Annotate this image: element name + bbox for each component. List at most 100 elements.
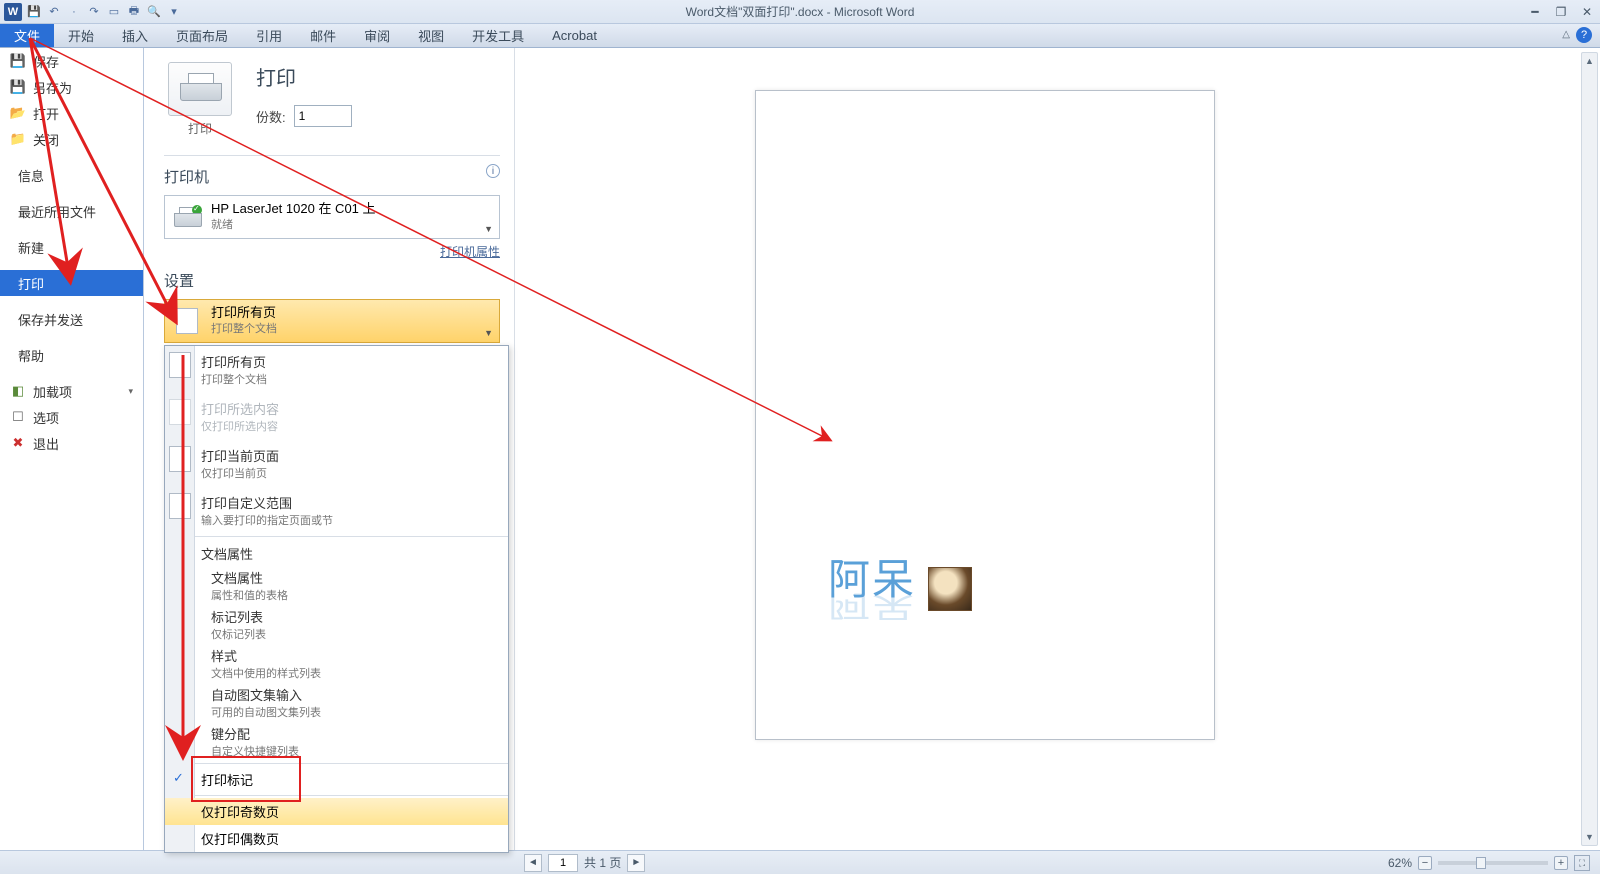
next-page-button[interactable]: ► (627, 854, 645, 872)
save-icon[interactable]: 💾 (26, 4, 42, 20)
sidebar-options[interactable]: ☐ 选项 (0, 404, 143, 430)
docprops-keys[interactable]: 键分配自定义快捷键列表 (165, 722, 508, 761)
folder-close-icon: 📁 (10, 131, 26, 147)
print-button-label: 打印 (164, 120, 236, 137)
print-button[interactable]: 打印 (164, 62, 236, 137)
tab-developer[interactable]: 开发工具 (458, 24, 538, 47)
tab-references[interactable]: 引用 (242, 24, 296, 47)
options-icon: ☐ (10, 409, 26, 425)
range-opt-current[interactable]: 打印当前页面仅打印当前页 (165, 440, 508, 487)
print-even-only[interactable]: 仅打印偶数页 (165, 825, 508, 852)
zoom-slider[interactable] (1438, 861, 1548, 865)
coffee-cup-image (928, 567, 972, 611)
qat-separator: · (66, 4, 82, 20)
range-label: 打印所有页 (211, 305, 491, 322)
sidebar-recent[interactable]: 最近所用文件 (0, 198, 143, 224)
scroll-up-icon[interactable]: ▲ (1582, 53, 1597, 69)
printer-status: 就绪 (211, 218, 491, 232)
help-icon[interactable]: ? (1576, 27, 1592, 43)
sidebar-addins[interactable]: ◧加载项▾ (0, 378, 143, 404)
range-opt-custom[interactable]: 打印自定义范围输入要打印的指定页面或节 (165, 487, 508, 534)
docprops-header: 文档属性 (165, 539, 508, 566)
sidebar-save-label: 保存 (33, 52, 59, 71)
pages-icon (176, 308, 198, 334)
docprops-styles[interactable]: 样式文档中使用的样式列表 (165, 644, 508, 683)
scroll-down-icon[interactable]: ▼ (1582, 829, 1597, 845)
restore-button[interactable]: ❐ (1552, 5, 1570, 19)
printer-properties-link[interactable]: 打印机属性 (164, 243, 500, 260)
range-opt-all-title: 打印所有页 (201, 352, 267, 371)
print-range-dropdown[interactable]: 打印所有页 打印整个文档 ▼ (164, 299, 500, 343)
tab-layout[interactable]: 页面布局 (162, 24, 242, 47)
window-title: Word文档"双面打印".docx - Microsoft Word (686, 3, 915, 20)
sidebar-help[interactable]: 帮助 (0, 342, 143, 368)
zoom-fit-button[interactable]: ⛶ (1574, 855, 1590, 871)
sidebar-open[interactable]: 📂打开 (0, 100, 143, 126)
chevron-down-icon: ▼ (484, 328, 493, 338)
docprops-marks[interactable]: 标记列表仅标记列表 (165, 605, 508, 644)
printer-dropdown[interactable]: HP LaserJet 1020 在 C01 上 就绪 ▼ (164, 195, 500, 239)
redo-icon[interactable]: ↷ (86, 4, 102, 20)
zoom-in-button[interactable]: + (1554, 856, 1568, 870)
range-opt-selection-title: 打印所选内容 (201, 399, 279, 418)
sidebar-info[interactable]: 信息 (0, 162, 143, 188)
sidebar-new[interactable]: 新建 (0, 234, 143, 260)
page-custom-icon (169, 493, 191, 519)
sidebar-save[interactable]: 💾 保存 (0, 48, 143, 74)
page-selection-icon (169, 399, 191, 425)
page-number-input[interactable] (548, 854, 578, 872)
info-icon[interactable]: i (486, 164, 500, 178)
sidebar-print[interactable]: 打印 (0, 270, 143, 296)
prev-page-button[interactable]: ◄ (524, 854, 542, 872)
minimize-button[interactable]: ━ (1526, 5, 1544, 19)
page-current-icon (169, 446, 191, 472)
page-total-label: 共 1 页 (584, 854, 621, 871)
range-opt-selection-sub: 仅打印所选内容 (201, 418, 279, 434)
tab-file[interactable]: 文件 (0, 24, 54, 47)
zoom-thumb[interactable] (1476, 857, 1486, 869)
tab-mailings[interactable]: 邮件 (296, 24, 350, 47)
tab-insert[interactable]: 插入 (108, 24, 162, 47)
copies-label: 份数: (256, 107, 286, 126)
qat-customize-icon[interactable]: ▾ (166, 4, 182, 20)
sidebar-options-label: 选项 (33, 408, 59, 427)
tab-view[interactable]: 视图 (404, 24, 458, 47)
backstage-sidebar: 💾 保存 💾另存为 📂打开 📁关闭 信息 最近所用文件 新建 打印 保存并发送 帮… (0, 48, 144, 850)
vertical-scrollbar[interactable]: ▲ ▼ (1581, 52, 1598, 846)
ready-check-icon (192, 205, 202, 215)
status-bar: ◄ 共 1 页 ► 62% − + ⛶ (0, 850, 1600, 874)
tab-acrobat[interactable]: Acrobat (538, 24, 611, 47)
print-marks-toggle[interactable]: ✓ 打印标记 (165, 766, 508, 793)
page-navigator: ◄ 共 1 页 ► (524, 854, 645, 872)
window-controls: ━ ❐ ✕ (1526, 5, 1596, 19)
undo-icon[interactable]: ↶ (46, 4, 62, 20)
range-sub: 打印整个文档 (211, 322, 491, 336)
preview-icon[interactable]: 🔍 (146, 4, 162, 20)
minimize-ribbon-icon[interactable]: △ (1562, 29, 1570, 40)
addin-icon: ◧ (10, 383, 26, 399)
tab-home[interactable]: 开始 (54, 24, 108, 47)
sidebar-close[interactable]: 📁关闭 (0, 126, 143, 152)
sidebar-exit[interactable]: ✖退出 (0, 430, 143, 456)
print-odd-only[interactable]: 仅打印奇数页 (165, 798, 508, 825)
printer-large-icon (180, 73, 220, 105)
range-opt-custom-sub: 输入要打印的指定页面或节 (201, 512, 333, 528)
range-opt-custom-title: 打印自定义范围 (201, 493, 333, 512)
zoom-out-button[interactable]: − (1418, 856, 1432, 870)
save-disk-icon: 💾 (10, 53, 26, 69)
new-icon[interactable]: ▭ (106, 4, 122, 20)
sidebar-saveandsend[interactable]: 保存并发送 (0, 306, 143, 332)
range-opt-current-sub: 仅打印当前页 (201, 465, 279, 481)
watermark-reflection: 阿呆 (828, 587, 916, 630)
range-opt-selection: 打印所选内容仅打印所选内容 (165, 393, 508, 440)
range-opt-all[interactable]: 打印所有页打印整个文档 (165, 346, 508, 393)
page-preview: 阿呆 阿呆 (755, 90, 1215, 740)
print-quick-icon[interactable]: 🖶 (126, 4, 142, 20)
sidebar-addins-label: 加载项 (33, 382, 72, 401)
docprops-props[interactable]: 文档属性属性和值的表格 (165, 566, 508, 605)
close-window-button[interactable]: ✕ (1578, 5, 1596, 19)
docprops-autotext[interactable]: 自动图文集输入可用的自动图文集列表 (165, 683, 508, 722)
sidebar-saveas[interactable]: 💾另存为 (0, 74, 143, 100)
tab-review[interactable]: 审阅 (350, 24, 404, 47)
copies-input[interactable] (294, 105, 352, 127)
